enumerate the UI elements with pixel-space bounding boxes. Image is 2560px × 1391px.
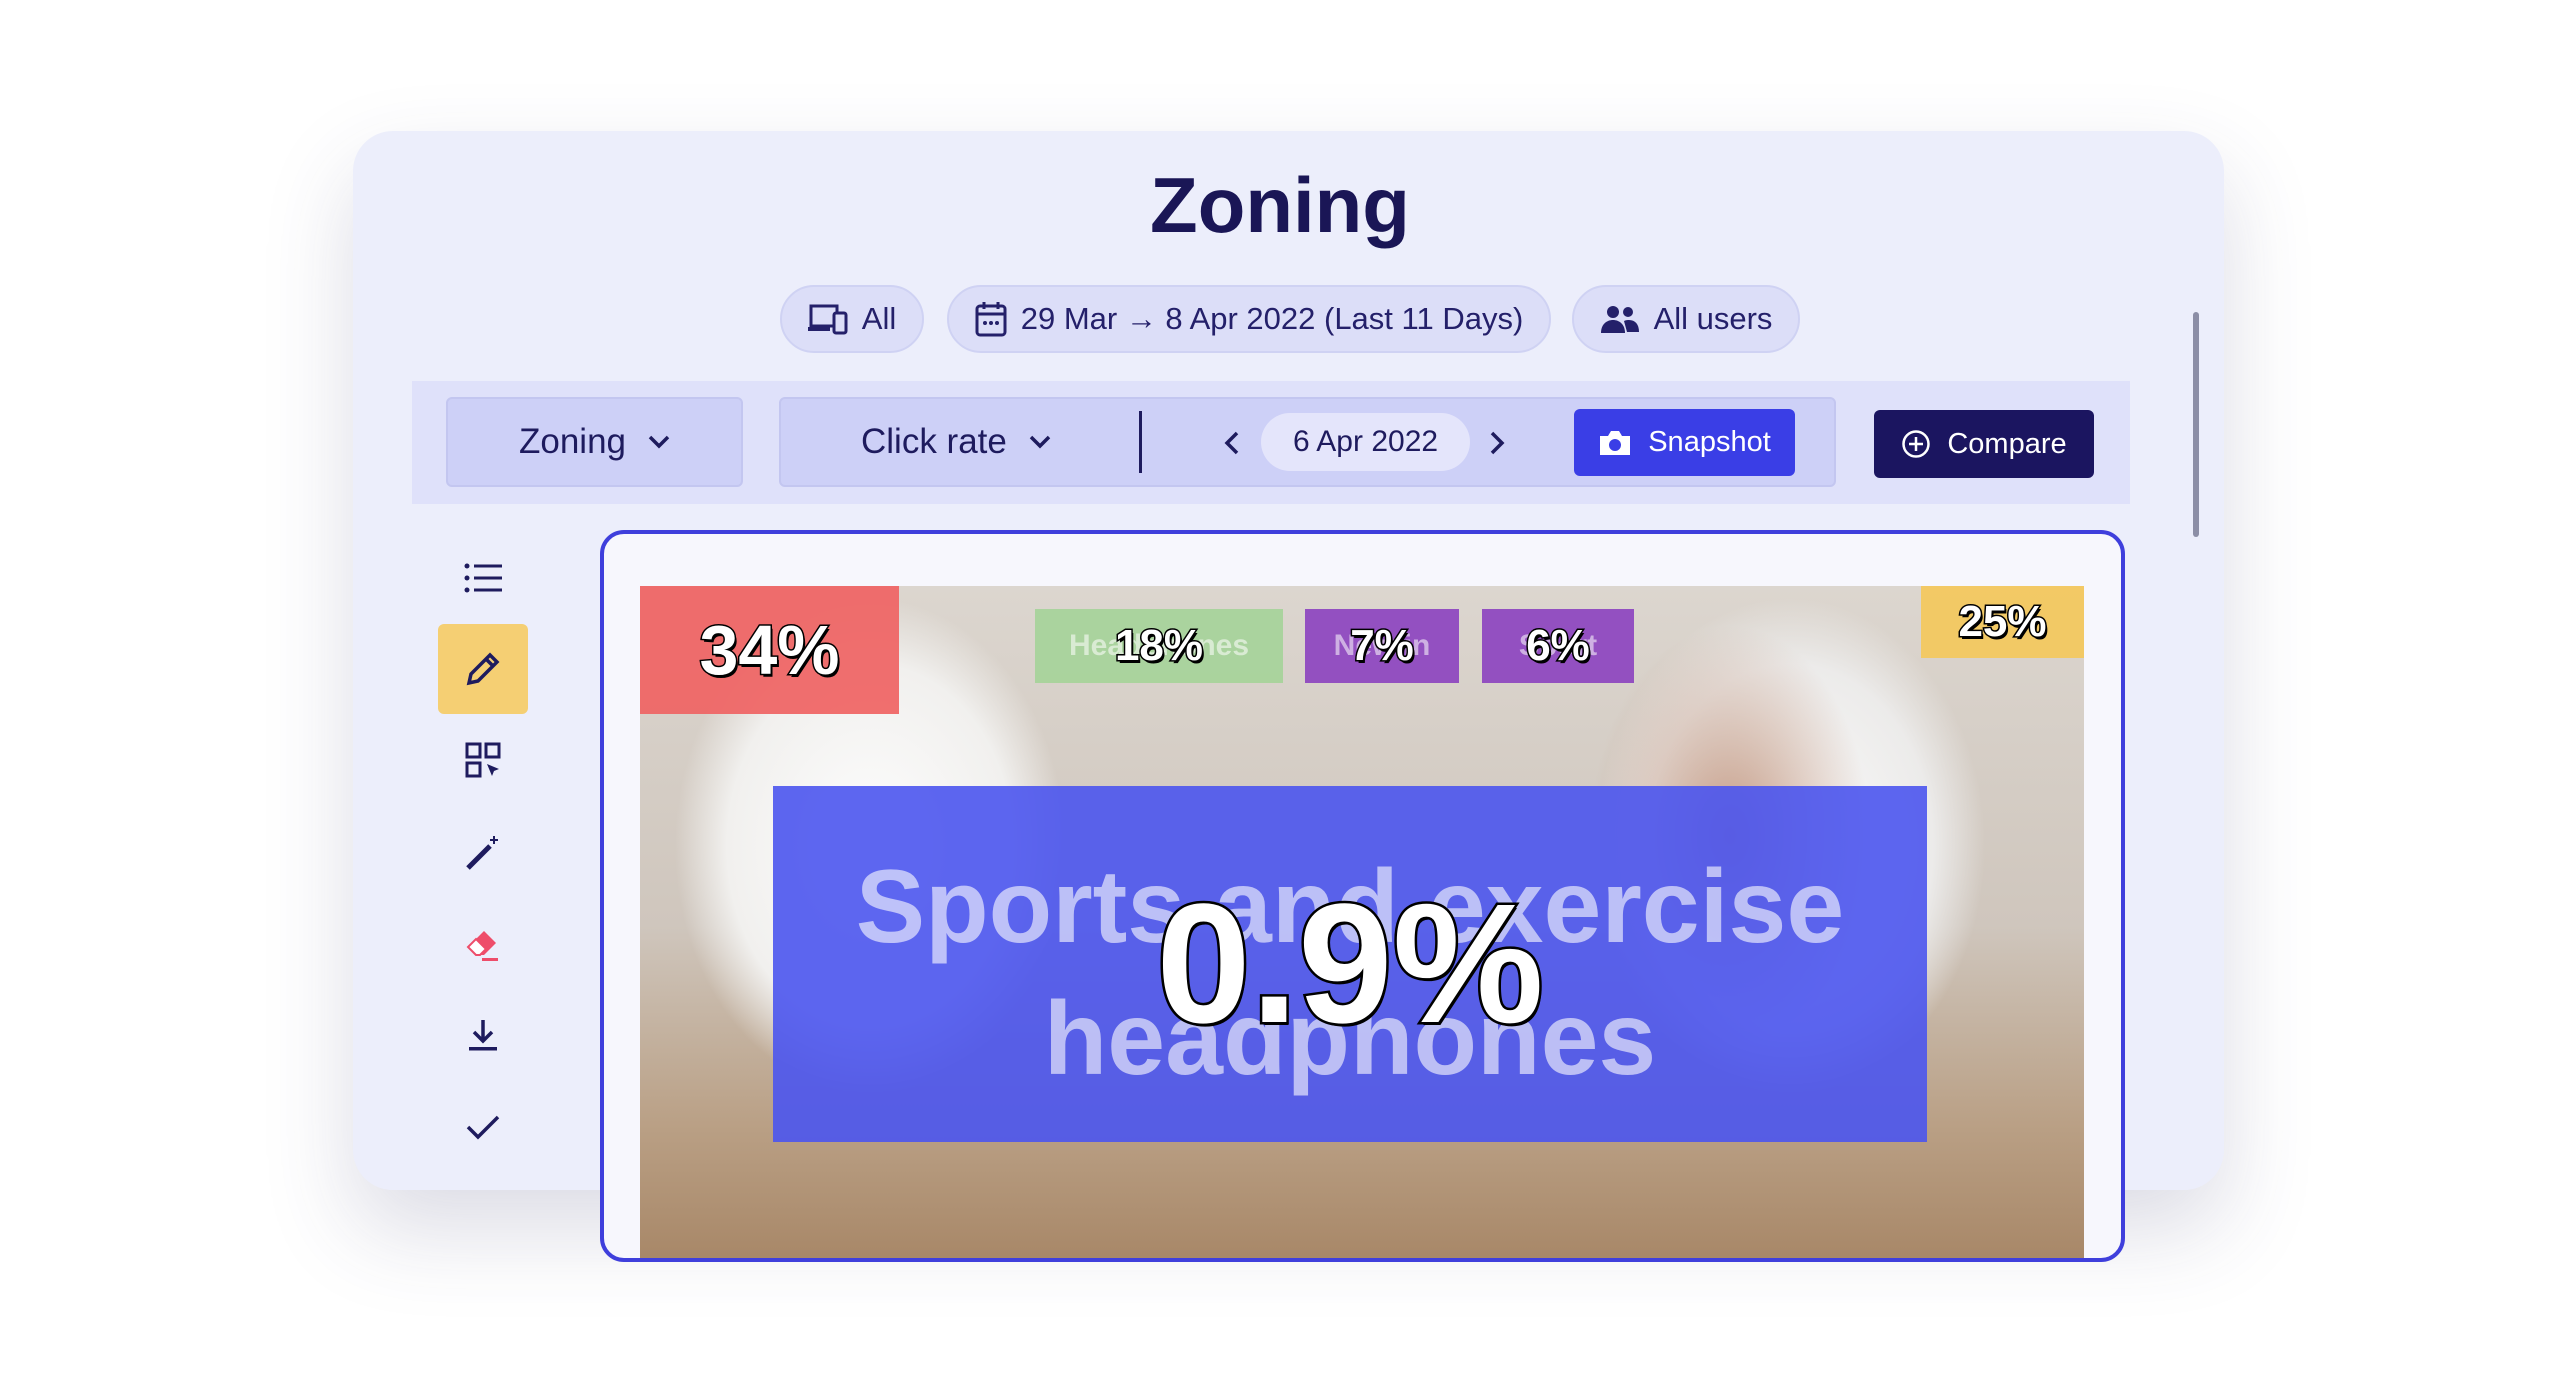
calendar-icon — [975, 302, 1007, 337]
devices-icon — [807, 304, 848, 335]
view-select-value: Zoning — [518, 422, 627, 461]
zone-new-in[interactable]: New in 7% — [1305, 609, 1459, 683]
zone[interactable]: 25% — [1921, 586, 2084, 658]
pencil-tool[interactable] — [438, 624, 528, 714]
zone-value: 34% — [698, 610, 841, 691]
grid-select-icon — [465, 742, 501, 778]
camera-icon — [1600, 430, 1631, 455]
pencil-icon — [466, 652, 500, 686]
segment-filter[interactable]: All users — [1572, 285, 1800, 353]
zone-value: 6% — [1525, 620, 1592, 672]
device-filter[interactable]: All — [780, 285, 924, 353]
list-tool[interactable] — [438, 533, 528, 623]
list-icon — [464, 563, 502, 593]
check-icon — [466, 1115, 500, 1140]
segment-filter-label: All users — [1653, 301, 1773, 336]
heatmap-frame: 34% Headphones 18% New in 7% Sport 6% 25… — [600, 530, 2125, 1262]
chevron-down-icon — [648, 435, 670, 449]
date-range-label: 29 Mar → 8 Apr 2022 (Last 11 Days) — [1020, 301, 1524, 336]
metric-select[interactable]: Click rate — [861, 422, 1051, 462]
eraser-icon — [466, 931, 498, 961]
view-select[interactable]: Zoning — [446, 397, 743, 487]
current-date[interactable]: 6 Apr 2022 — [1261, 413, 1470, 471]
prev-date-icon[interactable] — [1224, 431, 1240, 455]
zone-select-tool[interactable] — [438, 715, 528, 805]
page-title: Zoning — [1150, 161, 1410, 249]
zone[interactable]: 34% — [640, 586, 899, 714]
magic-tool[interactable] — [438, 808, 528, 898]
eraser-tool[interactable] — [438, 900, 528, 990]
plus-circle-icon — [1902, 430, 1931, 458]
zone-banner[interactable]: Sports and exercise headphones 0.9% — [773, 786, 1927, 1142]
zone-value: 0.9% — [1154, 867, 1546, 1062]
device-filter-label: All — [861, 301, 897, 336]
page-screenshot-image: 34% Headphones 18% New in 7% Sport 6% 25… — [640, 586, 2084, 1258]
zone-sport[interactable]: Sport 6% — [1482, 609, 1634, 683]
zone-headphones[interactable]: Headphones 18% — [1035, 609, 1283, 683]
zone-value: 18% — [1113, 620, 1204, 672]
users-icon — [1600, 306, 1639, 333]
snapshot-button[interactable]: Snapshot — [1574, 409, 1795, 476]
zone-value: 7% — [1349, 620, 1416, 672]
compare-button[interactable]: Compare — [1874, 410, 2094, 478]
scrollbar[interactable] — [2193, 312, 2199, 537]
chevron-down-icon — [1029, 435, 1051, 449]
zone-value: 25% — [1957, 596, 2048, 648]
metric-select-value: Click rate — [861, 422, 1007, 461]
date-range-filter[interactable]: 29 Mar → 8 Apr 2022 (Last 11 Days) — [947, 285, 1551, 353]
next-date-icon[interactable] — [1489, 431, 1505, 455]
compare-label: Compare — [1947, 427, 2067, 460]
download-icon — [469, 1020, 497, 1051]
download-tool[interactable] — [438, 990, 528, 1080]
magic-wand-icon — [466, 836, 498, 870]
validate-tool[interactable] — [438, 1082, 528, 1172]
divider — [1139, 411, 1142, 473]
snapshot-label: Snapshot — [1648, 426, 1771, 458]
